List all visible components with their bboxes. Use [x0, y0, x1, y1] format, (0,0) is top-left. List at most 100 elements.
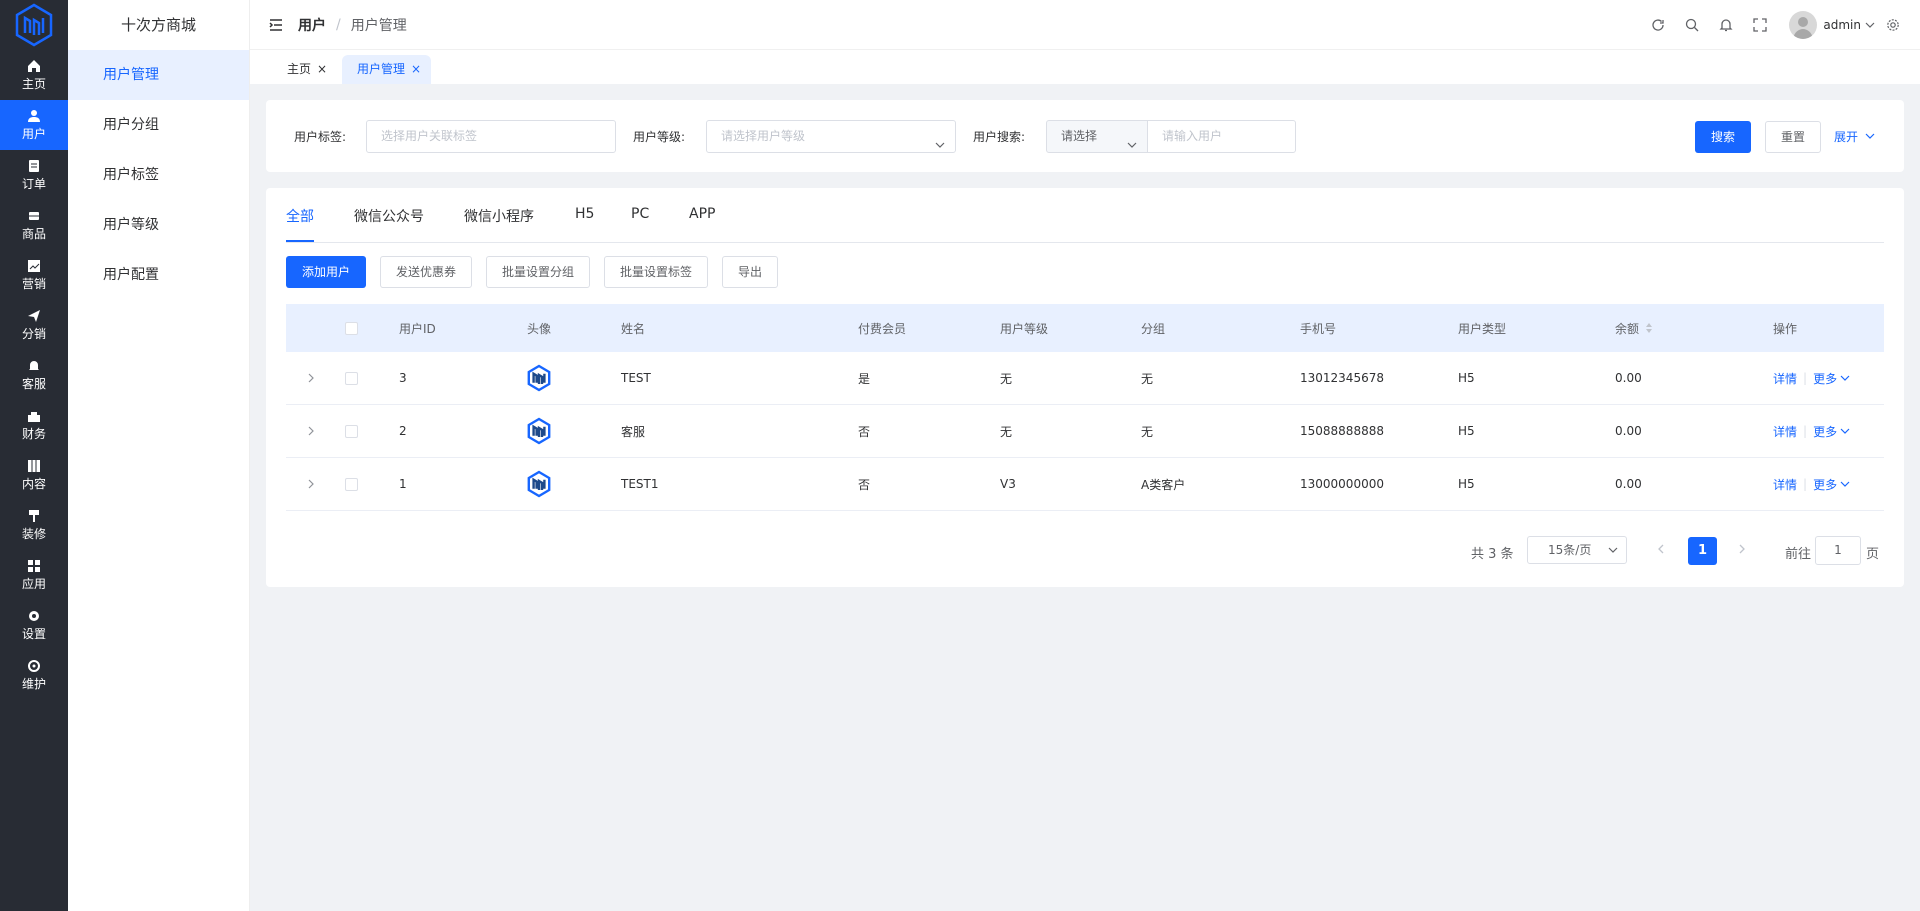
- batch-set-tag-button[interactable]: 批量设置标签: [604, 256, 708, 288]
- row-actions: 详情 | 更多: [1773, 458, 1850, 510]
- expand-row-icon[interactable]: [306, 458, 316, 510]
- rail-item-settings[interactable]: 设置: [0, 600, 68, 650]
- tab-wechat-official[interactable]: 微信公众号: [354, 206, 424, 226]
- tag-filter-select[interactable]: 选择用户关联标签: [366, 120, 616, 153]
- pagination: 共 3 条 15条/页 1 前往 1 页: [0, 535, 1920, 565]
- search-type-select[interactable]: 请选择: [1046, 120, 1148, 153]
- detail-link[interactable]: 详情: [1773, 476, 1797, 493]
- user-id: 3: [399, 371, 407, 385]
- rail-item-service[interactable]: 客服: [0, 350, 68, 400]
- gear-icon[interactable]: [1885, 17, 1901, 33]
- column-header: 用户类型: [1458, 321, 1507, 336]
- next-page-icon[interactable]: [1736, 543, 1748, 555]
- avatar: [527, 352, 551, 404]
- fullscreen-icon[interactable]: [1752, 17, 1768, 33]
- username[interactable]: admin: [1823, 18, 1861, 32]
- expand-row-icon[interactable]: [306, 405, 316, 457]
- tab-pc[interactable]: PC: [631, 206, 649, 222]
- page-size-select[interactable]: 15条/页: [1527, 536, 1627, 564]
- tags-bar: 主页 × 用户管理 ×: [250, 50, 1920, 84]
- close-icon[interactable]: ×: [411, 62, 421, 76]
- rail-item-label: 营销: [21, 276, 46, 291]
- reset-button[interactable]: 重置: [1765, 121, 1821, 153]
- goods-icon: [27, 209, 41, 223]
- user-id: 1: [399, 477, 407, 491]
- level-filter-label: 用户等级:: [633, 130, 686, 144]
- page-jump-input[interactable]: 1: [1815, 536, 1861, 565]
- chevron-down-icon: [1608, 547, 1618, 553]
- rail-item-label: 设置: [21, 626, 46, 641]
- sort-icon[interactable]: [1644, 321, 1654, 335]
- breadcrumb-root[interactable]: 用户: [298, 15, 326, 35]
- finance-icon: [27, 409, 41, 423]
- marketing-icon: [27, 259, 41, 273]
- search-icon[interactable]: [1684, 17, 1700, 33]
- tag-user-management[interactable]: 用户管理 ×: [342, 55, 432, 84]
- column-header: 分组: [1141, 321, 1166, 336]
- sub-menu: 十次方商城 用户管理 用户分组 用户标签 用户等级 用户配置: [68, 0, 250, 911]
- bell-icon[interactable]: [1718, 17, 1734, 33]
- row-actions: 详情 | 更多: [1773, 405, 1850, 457]
- column-header: 操作: [1773, 321, 1798, 336]
- send-coupon-button[interactable]: 发送优惠券: [380, 256, 472, 288]
- refresh-icon[interactable]: [1650, 17, 1666, 33]
- select-all-checkbox[interactable]: [345, 304, 358, 352]
- rail-item-home[interactable]: 主页: [0, 50, 68, 100]
- search-button[interactable]: 搜索: [1695, 121, 1751, 153]
- submenu-item-user-management[interactable]: 用户管理: [68, 50, 249, 100]
- action-divider: |: [1803, 424, 1808, 438]
- user-name: TEST1: [621, 477, 659, 491]
- rail-item-finance[interactable]: 财务: [0, 400, 68, 450]
- rail-item-maintenance[interactable]: 维护: [0, 650, 68, 700]
- more-dropdown[interactable]: 更多: [1813, 476, 1850, 493]
- table-row: 3 TEST 是 无 无 13012345678 H5 0.00 详情 | 更多: [286, 352, 1884, 405]
- tab-all[interactable]: 全部: [286, 206, 314, 226]
- action-divider: |: [1803, 477, 1808, 491]
- chevron-down-icon[interactable]: [1865, 17, 1875, 33]
- rail-item-distribution[interactable]: 分销: [0, 300, 68, 350]
- table-header: 用户ID 头像 姓名 付费会员 用户等级 分组 手机号 用户类型 余额 操作: [286, 304, 1884, 352]
- rail-item-label: 客服: [21, 376, 46, 391]
- balance-column-header[interactable]: 余额: [1615, 304, 1654, 352]
- level-filter-select[interactable]: 请选择用户等级: [706, 120, 956, 153]
- balance: 0.00: [1615, 424, 1642, 438]
- tab-wechat-miniprogram[interactable]: 微信小程序: [464, 206, 534, 226]
- add-user-button[interactable]: 添加用户: [286, 256, 366, 288]
- prev-page-icon[interactable]: [1655, 543, 1667, 555]
- active-tab-indicator: [286, 240, 314, 242]
- row-actions: 详情 | 更多: [1773, 352, 1850, 404]
- submenu-item-user-config[interactable]: 用户配置: [68, 250, 249, 300]
- rail-item-content[interactable]: 内容: [0, 450, 68, 500]
- rail-item-goods[interactable]: 商品: [0, 200, 68, 250]
- search-input[interactable]: 请输入用户: [1147, 120, 1296, 153]
- rail-item-marketing[interactable]: 营销: [0, 250, 68, 300]
- user-group: A类客户: [1141, 477, 1186, 492]
- more-dropdown[interactable]: 更多: [1813, 423, 1850, 440]
- row-checkbox[interactable]: [345, 405, 358, 457]
- tag-home[interactable]: 主页 ×: [272, 55, 337, 84]
- submenu-item-user-tag[interactable]: 用户标签: [68, 150, 249, 200]
- rail-item-user[interactable]: 用户: [0, 100, 68, 150]
- close-icon[interactable]: ×: [317, 62, 327, 76]
- row-checkbox[interactable]: [345, 458, 358, 510]
- export-button[interactable]: 导出: [722, 256, 778, 288]
- table-row: 1 TEST1 否 V3 A类客户 13000000000 H5 0.00 详情 | 更多: [286, 458, 1884, 511]
- detail-link[interactable]: 详情: [1773, 423, 1797, 440]
- column-header: 用户ID: [399, 321, 436, 336]
- submenu-item-user-group[interactable]: 用户分组: [68, 100, 249, 150]
- expand-toggle[interactable]: 展开: [1834, 128, 1875, 145]
- batch-set-group-button[interactable]: 批量设置分组: [486, 256, 590, 288]
- submenu-item-user-level[interactable]: 用户等级: [68, 200, 249, 250]
- page-number-current[interactable]: 1: [1688, 537, 1717, 565]
- user-level: 无: [1000, 371, 1013, 386]
- rail-item-order[interactable]: 订单: [0, 150, 68, 200]
- detail-link[interactable]: 详情: [1773, 370, 1797, 387]
- fold-menu-icon[interactable]: [268, 17, 284, 33]
- avatar[interactable]: [1789, 11, 1818, 39]
- tab-h5[interactable]: H5: [575, 206, 594, 222]
- row-checkbox[interactable]: [345, 352, 358, 404]
- user-level: V3: [1000, 477, 1016, 491]
- tab-app[interactable]: APP: [689, 206, 715, 222]
- expand-row-icon[interactable]: [306, 352, 316, 404]
- more-dropdown[interactable]: 更多: [1813, 370, 1850, 387]
